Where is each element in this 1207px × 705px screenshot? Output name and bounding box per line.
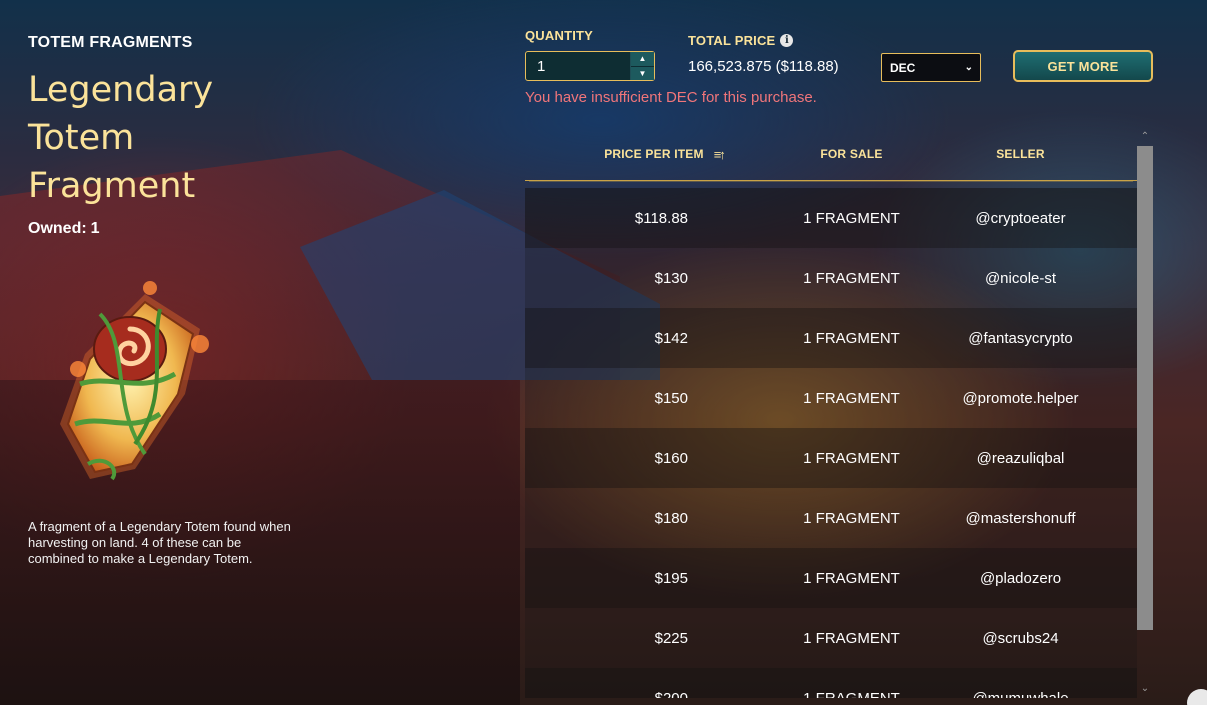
table-row[interactable]: $150 1 FRAGMENT @promote.helper (525, 368, 1137, 428)
owned-count: Owned: 1 (28, 220, 308, 238)
column-header-price[interactable]: PRICE PER ITEM ≡↑ (525, 147, 799, 162)
chevron-down-icon: ⌄ (964, 62, 973, 73)
insufficient-funds-warning: You have insufficient DEC for this purch… (525, 89, 817, 106)
row-for-sale: 1 FRAGMENT (803, 629, 900, 647)
table-row[interactable]: $200 1 FRAGMENT @mumuwhale (525, 668, 1137, 698)
item-details-panel: TOTEM FRAGMENTS Legendary Totem Fragment… (28, 34, 308, 566)
decrement-button[interactable]: ▼ (631, 65, 654, 80)
item-category: TOTEM FRAGMENTS (28, 34, 193, 51)
scrollbar-thumb[interactable] (1137, 146, 1153, 630)
table-row[interactable]: $225 1 FRAGMENT @scrubs24 (525, 608, 1137, 668)
row-seller[interactable]: @promote.helper (904, 390, 1137, 407)
row-price: $160 (654, 449, 688, 467)
table-header: PRICE PER ITEM ≡↑ FOR SALE SELLER (525, 128, 1137, 181)
row-for-sale: 1 FRAGMENT (803, 569, 900, 587)
row-price: $150 (654, 389, 688, 407)
row-for-sale: 1 FRAGMENT (803, 329, 900, 347)
table-row[interactable]: $142 1 FRAGMENT @fantasycrypto (525, 308, 1137, 368)
row-seller[interactable]: @scrubs24 (904, 630, 1137, 647)
scroll-up-icon[interactable]: ⌃ (1137, 128, 1153, 144)
price-header-label: PRICE PER ITEM (604, 147, 704, 161)
table-row[interactable]: $160 1 FRAGMENT @reazuliqbal (525, 428, 1137, 488)
item-title: Legendary Totem Fragment (28, 70, 214, 206)
total-price-value: 166,523.875 ($118.88) (688, 58, 839, 75)
table-row[interactable]: $118.88 1 FRAGMENT @cryptoeater (525, 188, 1137, 248)
row-price: $142 (654, 329, 688, 347)
row-seller[interactable]: @mastershonuff (904, 510, 1137, 527)
chevron-up-icon: ▲ (638, 54, 647, 64)
row-seller[interactable]: @mumuwhale (904, 690, 1137, 699)
item-description: A fragment of a Legendary Totem found wh… (28, 519, 291, 566)
row-for-sale: 1 FRAGMENT (803, 269, 900, 287)
column-header-for-sale[interactable]: FOR SALE (799, 147, 904, 161)
table-scrollbar[interactable]: ⌃ ⌄ (1137, 128, 1153, 698)
get-more-button[interactable]: GET MORE (1013, 50, 1153, 82)
row-seller[interactable]: @nicole-st (904, 270, 1137, 287)
purchase-controls: QUANTITY 1 ▲ ▼ TOTAL PRICE i 166,523.875… (525, 28, 1165, 118)
currency-selected: DEC (890, 60, 916, 75)
table-row[interactable]: $130 1 FRAGMENT @nicole-st (525, 248, 1137, 308)
table-body: $118.88 1 FRAGMENT @cryptoeater $130 1 FRAGM… (525, 188, 1137, 698)
table-row[interactable]: $180 1 FRAGMENT @mastershonuff (525, 488, 1137, 548)
row-seller[interactable]: @fantasycrypto (904, 330, 1137, 347)
corner-widget[interactable] (1187, 689, 1207, 705)
total-price-header: TOTAL PRICE i (688, 33, 794, 48)
row-price: $225 (654, 629, 688, 647)
increment-button[interactable]: ▲ (631, 52, 654, 66)
row-seller[interactable]: @cryptoeater (904, 210, 1137, 227)
row-seller[interactable]: @pladozero (904, 570, 1137, 587)
info-icon[interactable]: i (780, 34, 794, 47)
row-for-sale: 1 FRAGMENT (803, 389, 900, 407)
sort-ascending-icon[interactable]: ≡↑ (714, 147, 726, 162)
quantity-stepper-buttons: ▲ ▼ (630, 52, 654, 80)
currency-select[interactable]: DEC ⌄ (881, 53, 981, 82)
owned-value: 1 (90, 220, 100, 237)
row-for-sale: 1 FRAGMENT (803, 689, 900, 699)
scroll-down-icon[interactable]: ⌄ (1137, 680, 1153, 696)
table-row[interactable]: $195 1 FRAGMENT @pladozero (525, 548, 1137, 608)
chevron-down-icon: ▼ (638, 68, 647, 78)
row-for-sale: 1 FRAGMENT (803, 509, 900, 527)
row-price: $118.88 (634, 209, 688, 227)
row-price: $200 (654, 689, 688, 699)
row-for-sale: 1 FRAGMENT (803, 209, 900, 227)
quantity-label: QUANTITY (525, 28, 594, 43)
legendary-totem-fragment-icon (60, 281, 209, 481)
row-price: $195 (654, 569, 688, 587)
listings-table: PRICE PER ITEM ≡↑ FOR SALE SELLER $118.8… (525, 128, 1137, 698)
quantity-stepper[interactable]: 1 ▲ ▼ (525, 51, 655, 81)
row-for-sale: 1 FRAGMENT (803, 449, 900, 467)
total-price-label: TOTAL PRICE (688, 33, 776, 48)
quantity-input[interactable]: 1 (526, 58, 630, 75)
column-header-seller[interactable]: SELLER (904, 147, 1137, 161)
row-price: $130 (654, 269, 688, 287)
row-seller[interactable]: @reazuliqbal (904, 450, 1137, 467)
row-price: $180 (654, 509, 688, 527)
owned-label: Owned: (28, 220, 87, 237)
